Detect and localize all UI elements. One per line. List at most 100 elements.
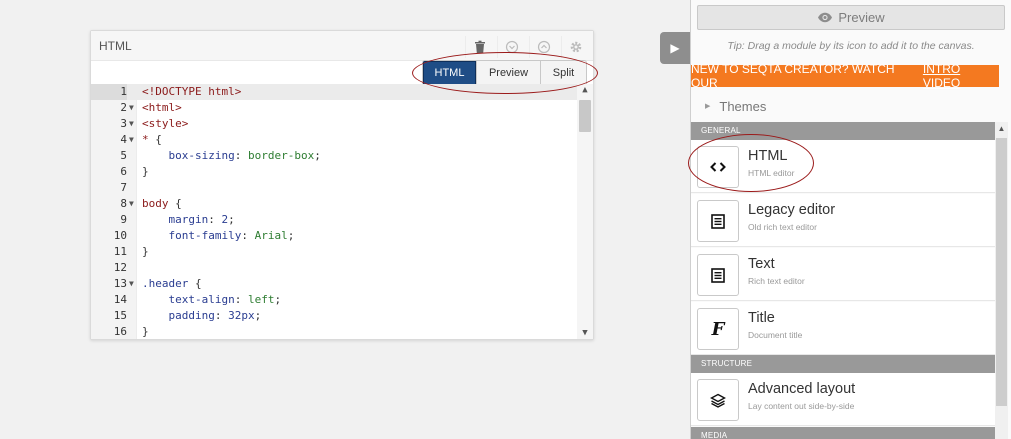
code-line[interactable]: 13 ▼ .header {	[91, 276, 577, 292]
line-number: 2	[120, 101, 127, 114]
tip-text: Tip: Drag a module by its icon to add it…	[727, 40, 975, 52]
code-text: }	[142, 165, 149, 178]
module-desc: Document title	[748, 330, 803, 340]
code-line[interactable]: 11}	[91, 244, 577, 260]
preview-button[interactable]: Preview	[697, 5, 1005, 30]
line-number: 12	[113, 261, 127, 274]
promo-banner[interactable]: NEW TO SEQTA CREATOR? WATCH OUR INTRO VI…	[691, 62, 999, 90]
module-item-html[interactable]: HTML HTML editor	[691, 140, 995, 193]
code-line[interactable]: 4 ▼ * {	[91, 132, 577, 148]
code-text: <style>	[142, 117, 189, 130]
module-sidebar: Preview Tip: Drag a module by its icon t…	[690, 0, 1011, 439]
mode-preview-button[interactable]: Preview	[476, 61, 540, 85]
line-number: 4	[120, 133, 127, 146]
module-list-scrollbar[interactable]: ▲	[995, 122, 1008, 439]
code-line[interactable]: 16}	[91, 324, 577, 339]
code-text: margin: 2;	[168, 213, 235, 226]
module-header: HTML	[91, 31, 593, 61]
line-number: 14	[113, 293, 127, 306]
editor-scrollbar[interactable]: ▲ ▼	[577, 84, 593, 339]
fold-arrow-icon[interactable]: ▼	[129, 276, 134, 292]
module-item-title[interactable]: F Title Document title	[691, 302, 995, 355]
code-line[interactable]: 14 text-align: left;	[91, 292, 577, 308]
code-text: box-sizing: border-box;	[168, 149, 321, 162]
code-line[interactable]: 15 padding: 32px;	[91, 308, 577, 324]
expand-triangle-icon: ▶	[705, 103, 711, 110]
document-icon[interactable]	[697, 254, 739, 296]
code-line[interactable]: 2 ▼ <html>	[91, 100, 577, 116]
line-number: 8	[120, 197, 127, 210]
module-item-legacy-editor[interactable]: Legacy editor Old rich text editor	[691, 194, 995, 247]
themes-toggle[interactable]: ▶ Themes	[691, 94, 999, 118]
promo-text: NEW TO SEQTA CREATOR? WATCH OUR	[691, 62, 895, 90]
line-number: 16	[113, 325, 127, 338]
intro-video-link[interactable]: INTRO VIDEO	[923, 62, 999, 90]
preview-label: Preview	[838, 10, 885, 25]
fold-arrow-icon[interactable]: ▼	[129, 132, 134, 148]
line-number: 11	[113, 245, 127, 258]
line-number: 13	[113, 277, 127, 290]
code-line[interactable]: 5 box-sizing: border-box;	[91, 148, 577, 164]
module-name: Advanced layout	[748, 381, 856, 397]
code-text: .header {	[142, 277, 202, 290]
section-header-structure: STRUCTURE	[691, 355, 995, 373]
line-number: 10	[113, 229, 127, 242]
code-text: body {	[142, 197, 182, 210]
code-line[interactable]: 8 ▼ body {	[91, 196, 577, 212]
fold-arrow-icon[interactable]: ▼	[129, 116, 134, 132]
module-name: Legacy editor	[748, 202, 836, 218]
line-number: 15	[113, 309, 127, 322]
trash-icon[interactable]	[465, 36, 493, 58]
code-line[interactable]: 10 font-family: Arial;	[91, 228, 577, 244]
line-number: 1	[91, 84, 127, 100]
themes-label: Themes	[719, 98, 767, 114]
collapse-panel-button[interactable]: ▶	[660, 32, 690, 64]
code-icon[interactable]	[697, 146, 739, 188]
code-line[interactable]: 1 <!DOCTYPE html>	[91, 84, 577, 100]
code-text: padding: 32px;	[168, 309, 262, 322]
mode-split-button[interactable]: Split	[540, 61, 586, 85]
module-item-advanced-layout[interactable]: Advanced layout Lay content out side-by-…	[691, 373, 995, 426]
mode-toggle-group: HTML Preview Split	[422, 60, 587, 86]
code-line[interactable]: 7	[91, 180, 577, 196]
play-arrow-icon: ▶	[670, 41, 680, 55]
fold-arrow-icon[interactable]: ▼	[129, 196, 134, 212]
module-item-text[interactable]: Text Rich text editor	[691, 248, 995, 301]
scroll-up-arrow-icon[interactable]: ▲	[577, 85, 593, 95]
module-title: HTML	[99, 39, 132, 53]
code-editor[interactable]: 1 <!DOCTYPE html> 2 ▼ <html> 3 ▼ <style> 4 ▼ * {5 …	[91, 84, 593, 339]
module-name: Title	[748, 310, 775, 326]
code-text: text-align: left;	[168, 293, 282, 306]
scroll-up-arrow-icon[interactable]: ▲	[995, 124, 1008, 133]
line-number: 9	[120, 213, 127, 226]
mode-html-button[interactable]: HTML	[423, 61, 476, 85]
module-desc: Old rich text editor	[748, 222, 817, 232]
fold-arrow-icon[interactable]: ▼	[129, 100, 134, 116]
document-icon[interactable]	[697, 200, 739, 242]
scroll-down-arrow-icon[interactable]: ▼	[577, 328, 593, 338]
code-text: }	[142, 245, 149, 258]
line-number: 6	[120, 165, 127, 178]
eye-icon	[818, 12, 833, 23]
code-line[interactable]: 3 ▼ <style>	[91, 116, 577, 132]
code-text: }	[142, 325, 149, 338]
code-text: * {	[142, 133, 162, 146]
move-down-icon[interactable]	[497, 36, 525, 58]
gear-icon[interactable]	[561, 36, 589, 58]
module-desc: HTML editor	[748, 168, 795, 178]
line-number: 7	[120, 181, 127, 194]
module-desc: Rich text editor	[748, 276, 805, 286]
module-list-scroll-thumb[interactable]	[996, 138, 1007, 406]
layers-icon[interactable]	[697, 379, 739, 421]
module-desc: Lay content out side-by-side	[748, 401, 855, 411]
editor-scroll-thumb[interactable]	[579, 100, 591, 132]
section-header-media: MEDIA	[691, 427, 995, 439]
title-font-icon[interactable]: F	[697, 308, 739, 350]
code-line[interactable]: 12	[91, 260, 577, 276]
code-text: <!DOCTYPE html>	[142, 85, 242, 98]
code-text: font-family: Arial;	[168, 229, 295, 242]
code-line[interactable]: 9 margin: 2;	[91, 212, 577, 228]
section-header-general: GENERAL	[691, 122, 995, 140]
code-line[interactable]: 6}	[91, 164, 577, 180]
move-up-icon[interactable]	[529, 36, 557, 58]
